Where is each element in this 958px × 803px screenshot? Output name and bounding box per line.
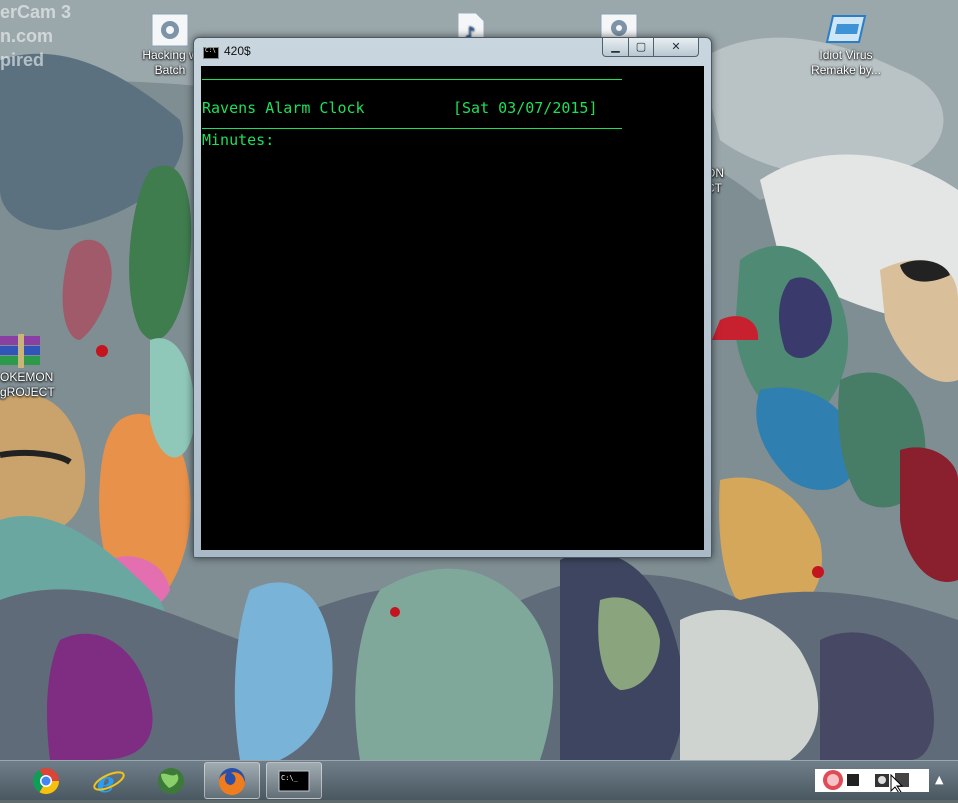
taskbar-cmd-button[interactable]: C:\_ xyxy=(266,762,322,799)
svg-text:C:\_: C:\_ xyxy=(281,774,299,782)
watermark-line-3: pired xyxy=(0,50,45,70)
taskbar-firefox-button[interactable] xyxy=(204,762,260,799)
taskbar: e C:\_ ▲ xyxy=(0,760,958,800)
svg-text:e: e xyxy=(97,766,115,799)
recorder-controls xyxy=(823,770,909,794)
window-titlebar[interactable]: 420$ ▁ ▢ ✕ xyxy=(194,38,711,66)
console-date: [Sat 03/07/2015] xyxy=(453,99,598,117)
winrar-archive-icon xyxy=(0,334,40,368)
globe-icon xyxy=(158,768,184,794)
taskbar-globe-button[interactable] xyxy=(143,762,199,799)
minimize-button[interactable]: ▁ xyxy=(602,38,629,57)
console-window[interactable]: 420$ ▁ ▢ ✕ Ravens Alarm Clock [Sat 03/07… xyxy=(193,37,712,558)
internet-explorer-icon: e xyxy=(93,766,125,799)
console-app-title: Ravens Alarm Clock xyxy=(202,99,365,117)
console-prompt: Minutes: xyxy=(202,131,275,149)
desktop-icon-label: Idiot Virus xyxy=(819,48,873,62)
console-divider xyxy=(202,79,622,80)
console-divider xyxy=(202,128,622,129)
watermark-line-1: erCam 3 xyxy=(0,2,72,22)
chrome-icon xyxy=(32,768,60,795)
application-window-icon xyxy=(825,15,867,43)
recorder-tray-panel xyxy=(815,769,929,794)
watermark-line-2: n.com xyxy=(0,26,54,46)
cmd-icon xyxy=(203,47,219,59)
maximize-button[interactable]: ▢ xyxy=(628,38,654,57)
desktop: erCam 3 n.com pired Hacking w Batch ♪ Id… xyxy=(0,0,958,760)
desktop-icon-label: Remake by... xyxy=(811,63,881,77)
tray-overflow-chevron[interactable]: ▲ xyxy=(935,773,943,786)
desktop-icon-label: OKEMON xyxy=(0,370,54,384)
close-button[interactable]: ✕ xyxy=(653,38,699,57)
firefox-icon xyxy=(218,768,245,796)
taskbar-chrome-button[interactable] xyxy=(18,762,74,799)
screen-recorder-watermark: erCam 3 n.com pired xyxy=(0,0,120,72)
desktop-icon-label: gROJECT xyxy=(0,385,55,399)
console-output-area[interactable]: Ravens Alarm Clock [Sat 03/07/2015] Minu… xyxy=(201,66,704,550)
taskbar-internet-explorer-button[interactable]: e xyxy=(81,762,137,799)
window-title: 420$ xyxy=(224,44,251,58)
batch-file-gear-icon xyxy=(151,13,189,47)
desktop-icon-idiot-virus[interactable]: Idiot Virus Remake by... xyxy=(804,12,888,78)
cmd-icon: C:\_ xyxy=(278,770,310,792)
desktop-icon-pokemon-project[interactable]: OKEMON gROJECT xyxy=(0,334,55,400)
